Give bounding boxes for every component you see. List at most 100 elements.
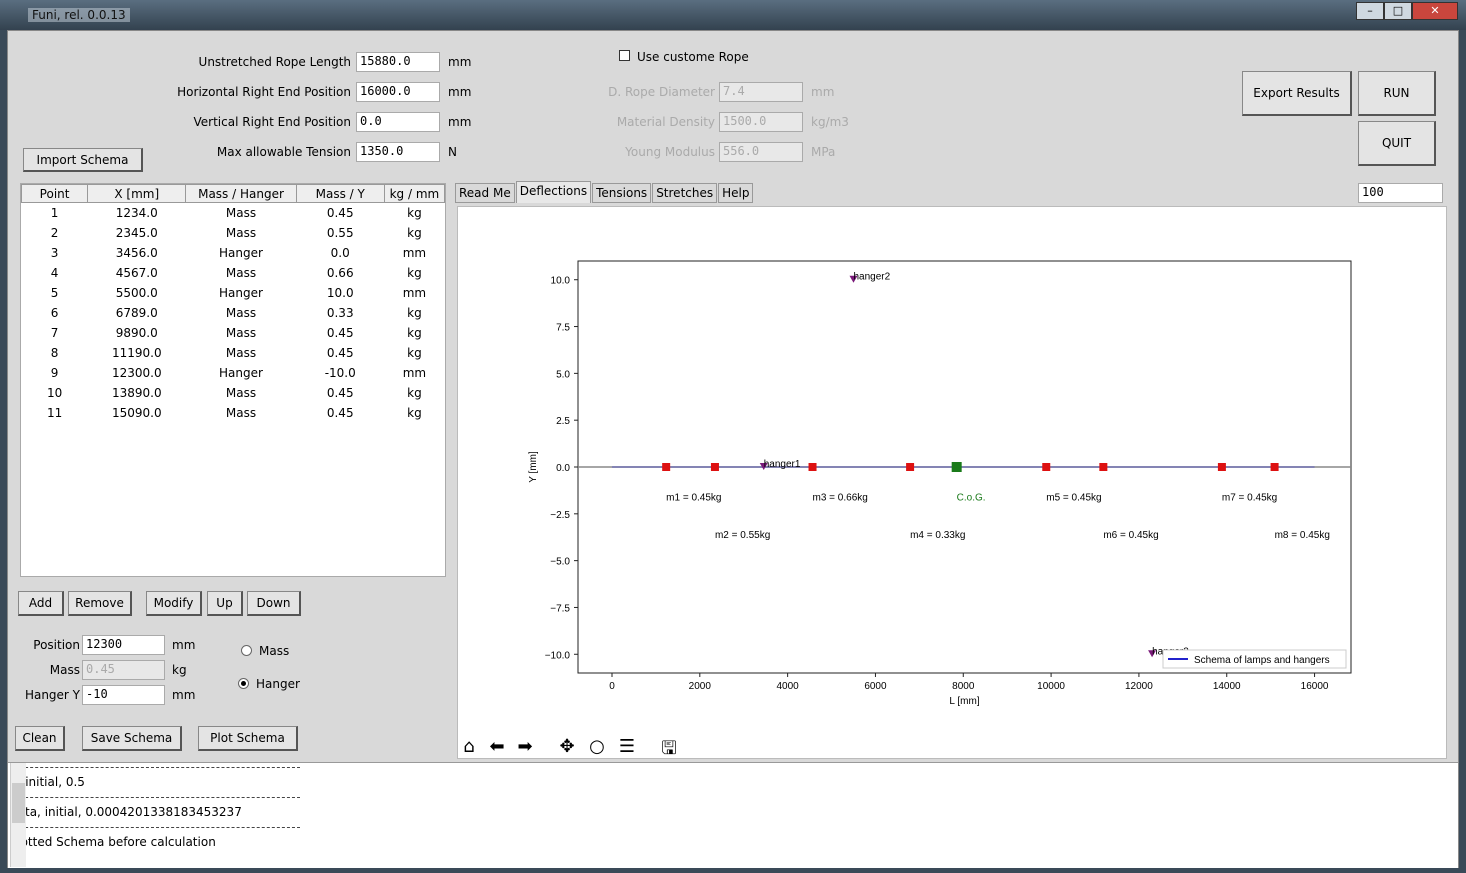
mass-marker: [906, 463, 915, 471]
title-bar: Funi, rel. 0.0.13 – □ ✕: [0, 0, 1466, 30]
scale-input[interactable]: 100: [1358, 183, 1443, 203]
rope-field-input[interactable]: 7.4: [719, 82, 803, 102]
table-cell: kg: [407, 405, 422, 420]
export-results-button[interactable]: Export Results: [1242, 71, 1352, 116]
table-cell: Hanger: [219, 285, 263, 300]
home-icon[interactable]: ⌂: [456, 736, 482, 757]
table-row[interactable]: 4 4567.0 Mass 0.66 kg: [22, 263, 445, 283]
table-cell: Mass: [225, 345, 257, 360]
add-button[interactable]: Add: [18, 591, 64, 616]
zoom-icon[interactable]: ○: [584, 736, 610, 757]
param-input[interactable]: 1350.0: [356, 142, 440, 162]
param-label: Horizontal Right End Position: [177, 85, 351, 99]
modify-button[interactable]: Modify: [146, 591, 202, 616]
table-cell: 13890.0: [111, 385, 162, 400]
table-cell: 9: [50, 365, 59, 380]
table-cell: kg: [407, 305, 422, 320]
import-schema-button[interactable]: Import Schema: [23, 148, 143, 172]
down-button[interactable]: Down: [247, 591, 301, 616]
table-row[interactable]: 6 6789.0 Mass 0.33 kg: [22, 303, 445, 323]
table-cell: 3456.0: [115, 245, 158, 260]
table-cell: -10.0: [324, 365, 356, 380]
run-button[interactable]: RUN: [1358, 71, 1436, 116]
hanger-radio[interactable]: [238, 678, 249, 689]
table-cell: 0.45: [326, 385, 354, 400]
table-row[interactable]: 2 2345.0 Mass 0.55 kg: [22, 223, 445, 243]
x-tick-label: 12000: [1125, 681, 1153, 692]
table-cell: mm: [402, 245, 427, 260]
x-tick-label: 8000: [952, 681, 975, 692]
table-cell: 11: [46, 405, 63, 420]
table-cell: kg: [407, 385, 422, 400]
mass-input[interactable]: 0.45: [82, 660, 165, 680]
table-cell: 0.33: [326, 305, 354, 320]
clean-button[interactable]: Clean: [15, 726, 65, 751]
position-input[interactable]: 12300: [82, 635, 165, 655]
table-row[interactable]: 10 13890.0 Mass 0.45 kg: [22, 383, 445, 403]
table-cell: 0.45: [326, 405, 354, 420]
column-header[interactable]: kg / mm: [383, 184, 446, 203]
minimize-button[interactable]: –: [1356, 2, 1384, 20]
table-row[interactable]: 5 5500.0 Hanger 10.0 mm: [22, 283, 445, 303]
save-schema-button[interactable]: Save Schema: [82, 726, 182, 751]
table-cell: 2345.0: [115, 225, 158, 240]
table-row[interactable]: 7 9890.0 Mass 0.45 kg: [22, 323, 445, 343]
table-cell: 2: [50, 225, 59, 240]
param-input[interactable]: 16000.0: [356, 82, 440, 102]
table-cell: 10: [46, 385, 63, 400]
y-tick-label: 2.5: [556, 416, 570, 427]
param-input[interactable]: 15880.0: [356, 52, 440, 72]
table-cell: kg: [407, 225, 422, 240]
quit-button[interactable]: QUIT: [1358, 121, 1436, 166]
custom-rope-label: Use custome Rope: [637, 50, 749, 64]
table-row[interactable]: 9 12300.0 Hanger -10.0 mm: [22, 363, 445, 383]
log-scrollbar[interactable]: [10, 763, 26, 867]
table-cell: 1234.0: [115, 205, 158, 220]
column-header[interactable]: Mass / Y: [295, 184, 385, 203]
back-arrow-icon[interactable]: ⬅: [484, 736, 510, 757]
up-button[interactable]: Up: [207, 591, 243, 616]
x-tick-label: 14000: [1213, 681, 1241, 692]
custom-rope-checkbox[interactable]: [619, 50, 630, 61]
table-cell: Mass: [225, 265, 257, 280]
table-row[interactable]: 11 15090.0 Mass 0.45 kg: [22, 403, 445, 423]
table-row[interactable]: 3 3456.0 Hanger 0.0 mm: [22, 243, 445, 263]
mass-label: m4 = 0.33kg: [910, 530, 965, 541]
column-header[interactable]: Point: [20, 184, 89, 203]
maximize-button[interactable]: □: [1384, 2, 1412, 20]
tab-deflections[interactable]: Deflections: [515, 181, 592, 203]
hanger-y-input[interactable]: -10: [82, 685, 165, 705]
table-row[interactable]: 8 11190.0 Mass 0.45 kg: [22, 343, 445, 363]
table-cell: 6789.0: [115, 305, 158, 320]
position-unit: mm: [172, 638, 196, 652]
mass-radio[interactable]: [241, 645, 252, 656]
param-input[interactable]: 0.0: [356, 112, 440, 132]
mass-marker: [1217, 463, 1226, 471]
pan-icon[interactable]: ✥: [554, 736, 580, 757]
close-button[interactable]: ✕: [1412, 2, 1458, 20]
column-header[interactable]: X [mm]: [87, 184, 187, 203]
table-cell: 0.0: [330, 245, 350, 260]
table-cell: 5: [50, 285, 59, 300]
table-cell: 0.55: [326, 225, 354, 240]
tab-read-me[interactable]: Read Me: [455, 183, 515, 203]
rope-field-input[interactable]: 1500.0: [719, 112, 803, 132]
y-tick-label: 0.0: [556, 463, 570, 474]
forward-arrow-icon[interactable]: ➡: [512, 736, 538, 757]
table-cell: 6: [50, 305, 59, 320]
tab-stretches[interactable]: Stretches: [652, 183, 718, 203]
column-header[interactable]: Mass / Hanger: [185, 184, 297, 203]
remove-button[interactable]: Remove: [68, 591, 132, 616]
tab-help[interactable]: Help: [718, 183, 754, 203]
table-row[interactable]: 1 1234.0 Mass 0.45 kg: [22, 203, 445, 223]
plot-schema-button[interactable]: Plot Schema: [198, 726, 298, 751]
mass-label: m2 = 0.55kg: [715, 530, 770, 541]
points-table[interactable]: Point X [mm] Mass / Hanger Mass / Ykg / mm 1…: [20, 183, 446, 577]
configure-subplots-icon[interactable]: ☰: [614, 736, 640, 757]
tab-tensions[interactable]: Tensions: [592, 183, 652, 203]
cog-label: C.o.G.: [957, 493, 986, 504]
log-console[interactable]: fi, initial, 0.5 beta, initial, 0.000420…: [8, 762, 1458, 868]
x-tick-label: 6000: [864, 681, 887, 692]
rope-field-input[interactable]: 556.0: [719, 142, 803, 162]
hanger-radio-label: Hanger: [256, 677, 300, 691]
